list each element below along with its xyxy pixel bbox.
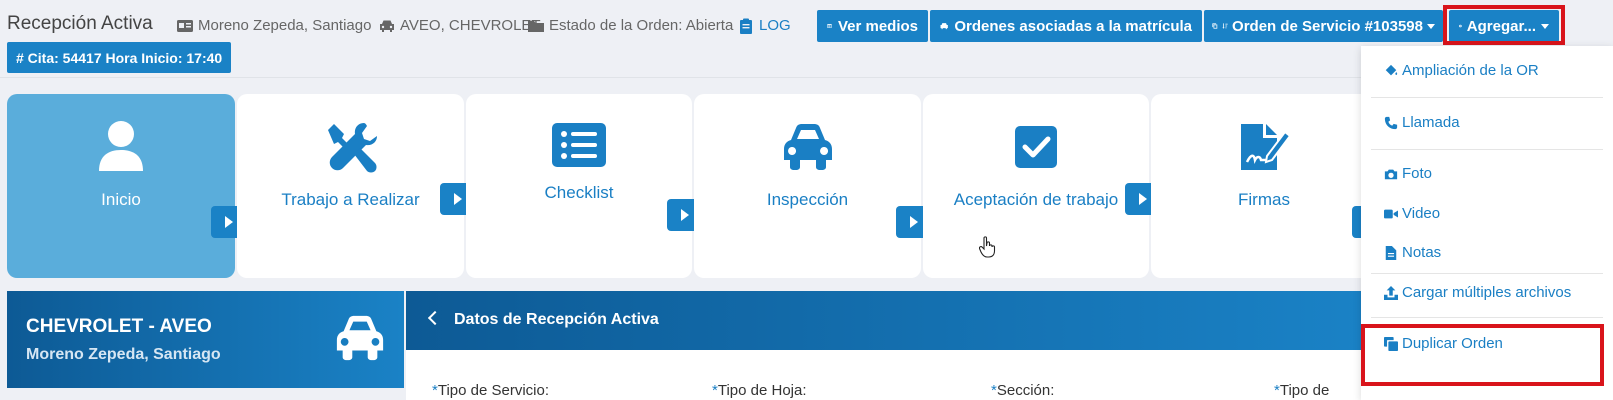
copy-icon [1212, 23, 1218, 29]
upload-icon [1384, 285, 1398, 300]
step-label: Inicio [101, 190, 141, 209]
hand-cursor-icon [979, 236, 996, 258]
client-info: Moreno Zepeda, Santiago [177, 17, 371, 34]
step-label: Inspección [766, 190, 849, 209]
menu-divider [1371, 273, 1603, 274]
field-tipo-hoja: *Tipo de Hoja: [712, 382, 807, 399]
chevron-left-icon[interactable] [427, 310, 443, 326]
tools-icon [327, 123, 377, 173]
step-label: Trabajo a Realizar [281, 190, 420, 209]
menu-item-llamada[interactable]: Llamada [1384, 114, 1460, 131]
page-title: Recepción Activa [7, 13, 153, 34]
orden-servicio-dropdown[interactable]: Orden de Servicio #103598 [1204, 10, 1443, 42]
highlight-box [1361, 324, 1604, 386]
field-tipo-cliente: *Tipo de Cliente: [1274, 382, 1330, 400]
car-icon [380, 20, 394, 32]
car-icon [783, 124, 832, 170]
menu-item-foto[interactable]: Foto [1384, 165, 1432, 182]
vehicle-panel: CHEVROLET - AVEO Moreno Zepeda, Santiago [7, 291, 404, 388]
datos-recepcion-header[interactable]: Datos de Recepción Activa [406, 291, 1366, 350]
ordenes-asociadas-button[interactable]: Ordenes asociadas a la matrícula [930, 10, 1202, 42]
clipboard-icon [740, 18, 752, 34]
phone-icon [1384, 116, 1398, 129]
id-card-icon [177, 19, 193, 32]
folder-icon [528, 20, 544, 32]
sort-icon [1222, 23, 1228, 29]
step-aceptacion-de-trabajo[interactable]: Aceptación de trabajo [923, 94, 1149, 278]
chevron-down-icon [1426, 23, 1435, 29]
highlight-box [1443, 5, 1565, 45]
user-icon [99, 121, 143, 171]
table-icon [827, 24, 832, 28]
datos-form: *Tipo de Servicio: *Tipo de Hoja: *Secci… [406, 350, 1366, 400]
datos-title: Datos de Recepción Activa [454, 311, 659, 328]
field-tipo-servicio: *Tipo de Servicio: [432, 382, 550, 399]
client-name: Moreno Zepeda, Santiago [198, 17, 372, 34]
check-square-icon [1015, 126, 1057, 168]
step-label: Aceptación de trabajo [953, 190, 1119, 209]
step-inspeccion[interactable]: Inspección [694, 94, 921, 278]
step-label: Firmas [1238, 190, 1290, 209]
camera-icon [1384, 169, 1398, 179]
file-icon [1385, 245, 1397, 260]
field-seccion: *Sección: [991, 382, 1055, 399]
video-icon [1384, 209, 1398, 218]
step-checklist[interactable]: Checklist [466, 94, 692, 278]
cita-badge: # Cita: 54417 Hora Inicio: 17:40 [7, 42, 232, 73]
menu-item-ampliacion[interactable]: Ampliación de la OR [1384, 62, 1539, 79]
step-firmas[interactable]: Firmas [1151, 94, 1377, 278]
menu-item-video[interactable]: Video [1384, 205, 1440, 222]
car-icon [336, 315, 384, 361]
menu-item-cargar-archivos[interactable]: Cargar múltiples archivos [1384, 284, 1571, 301]
list-icon [552, 123, 606, 167]
menu-divider [1371, 317, 1603, 318]
vehicle-owner: Moreno Zepeda, Santiago [26, 346, 221, 363]
vehicle-info: AVEO, CHEVROLET [379, 17, 541, 34]
log-label: LOG [759, 17, 791, 34]
menu-item-notas[interactable]: Notas [1384, 244, 1441, 261]
step-inicio[interactable]: Inicio [7, 94, 235, 278]
step-label: Checklist [544, 183, 614, 202]
order-status-text: Estado de la Orden: Abierta [549, 17, 734, 34]
fill-drip-icon [1385, 64, 1398, 75]
vehicle-make-model: CHEVROLET - AVEO [26, 316, 212, 337]
car-icon [940, 23, 948, 30]
log-link[interactable]: LOG [738, 17, 791, 34]
ver-medios-button[interactable]: Ver medios [817, 10, 928, 42]
signature-icon [1241, 124, 1291, 170]
vehicle-name: AVEO, CHEVROLET [400, 17, 541, 34]
menu-divider [1371, 149, 1603, 150]
menu-divider [1371, 97, 1603, 98]
order-status: Estado de la Orden: Abierta [528, 17, 733, 34]
step-trabajo-a-realizar[interactable]: Trabajo a Realizar [237, 94, 464, 278]
